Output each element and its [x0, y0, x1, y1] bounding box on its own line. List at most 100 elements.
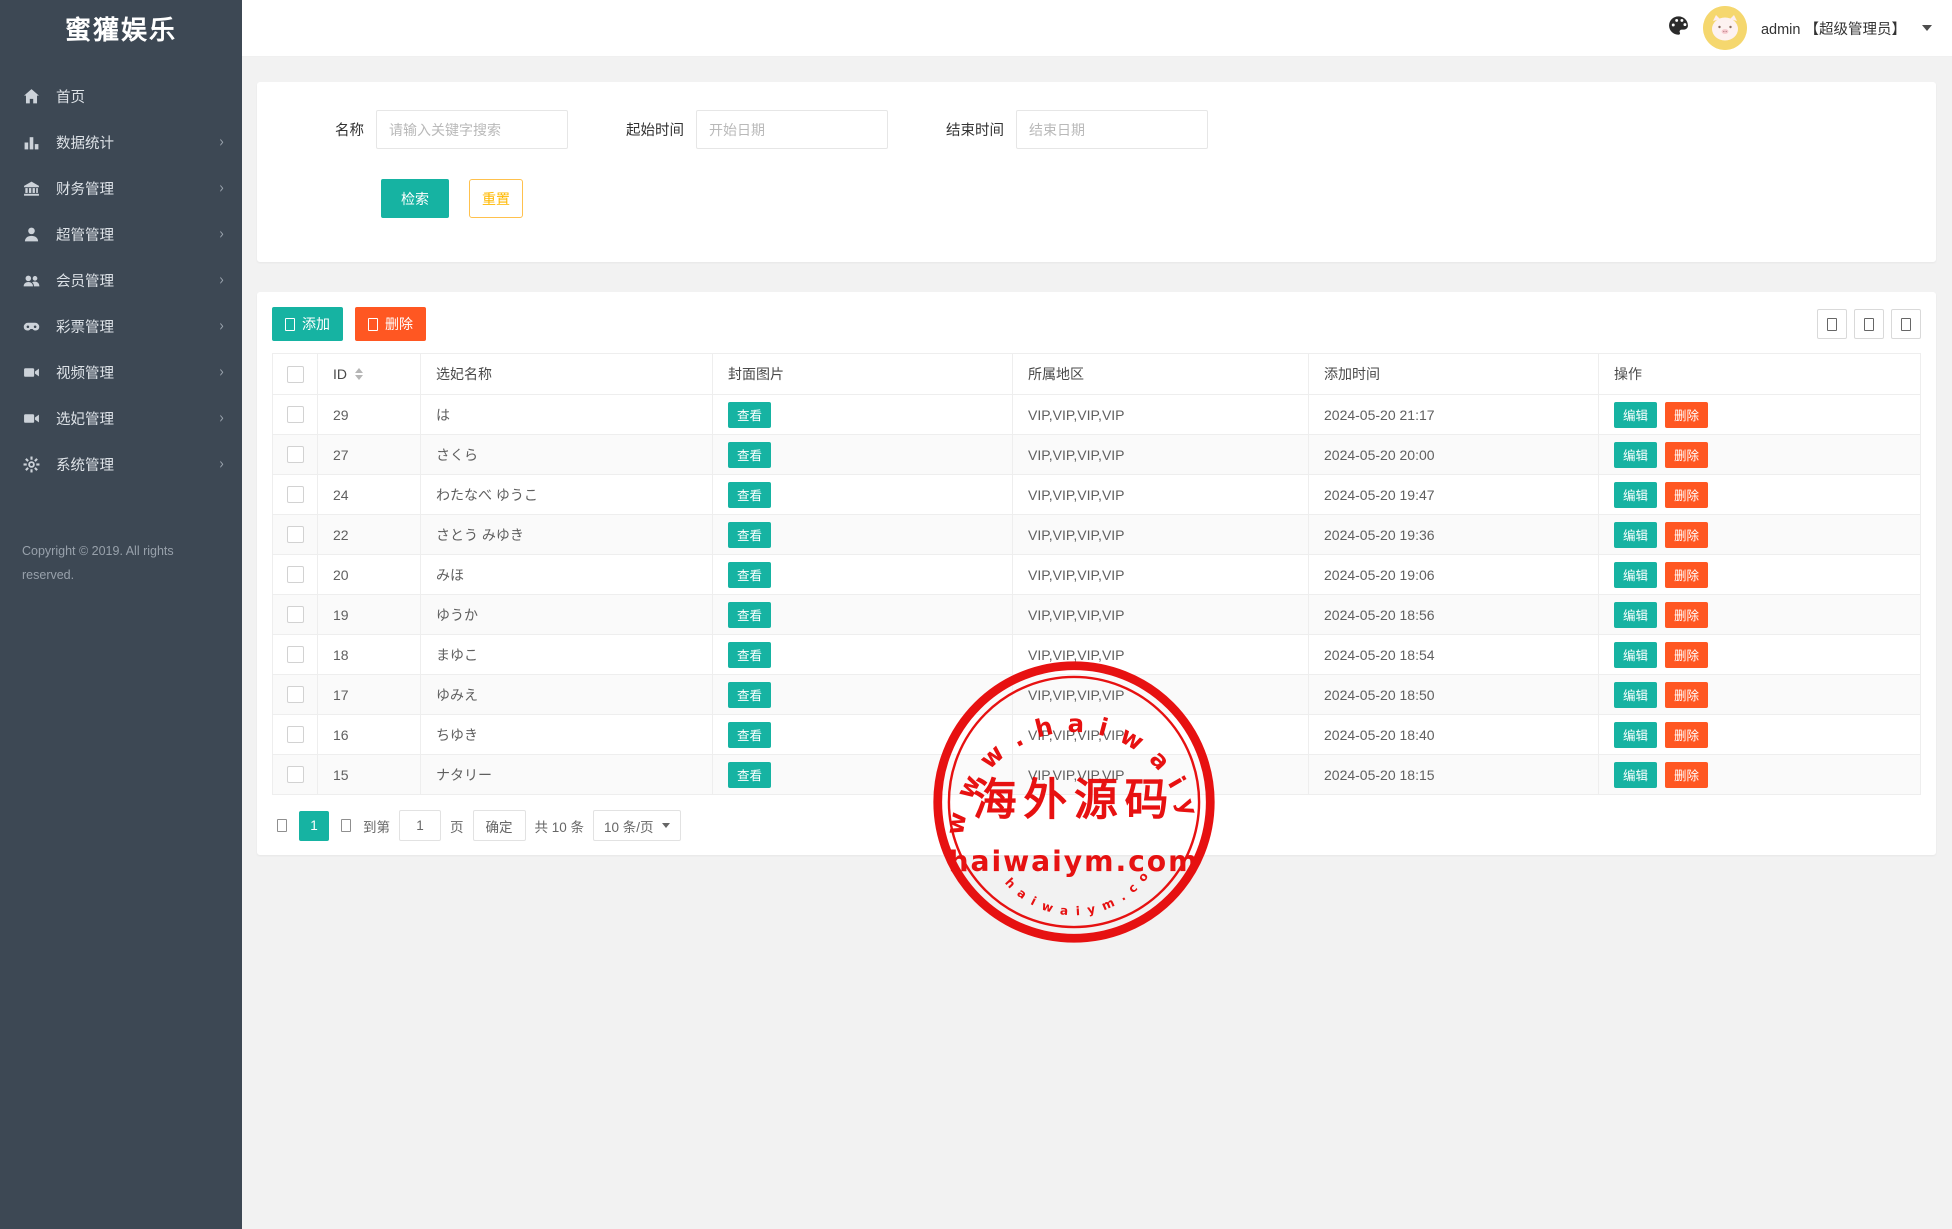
edit-button[interactable]: 编辑	[1614, 562, 1657, 588]
row-delete-button[interactable]: 删除	[1665, 482, 1708, 508]
start-time-label: 起始时间	[626, 119, 684, 140]
row-checkbox[interactable]	[287, 566, 304, 583]
sidebar-item-statistics[interactable]: 数据统计 ›	[0, 119, 242, 165]
reset-button[interactable]: 重置	[469, 179, 523, 218]
row-delete-button[interactable]: 删除	[1665, 642, 1708, 668]
view-cover-button[interactable]: 查看	[728, 482, 771, 508]
sidebar-item-lottery[interactable]: 彩票管理 ›	[0, 303, 242, 349]
select-all-checkbox[interactable]	[287, 366, 304, 383]
row-region: VIP,VIP,VIP,VIP	[1013, 595, 1309, 635]
row-checkbox[interactable]	[287, 486, 304, 503]
add-button[interactable]: 添加	[272, 307, 343, 341]
row-checkbox[interactable]	[287, 606, 304, 623]
theme-palette-icon[interactable]	[1668, 15, 1689, 41]
sidebar-item-home[interactable]: 首页	[0, 73, 242, 119]
sidebar-item-video[interactable]: 视频管理 ›	[0, 349, 242, 395]
per-page-select[interactable]: 10 条/页	[593, 810, 681, 841]
edit-button[interactable]: 编辑	[1614, 722, 1657, 748]
sidebar: 蜜獾娱乐 首页 数据统计 › 财务管理 ›	[0, 0, 242, 1229]
chevron-down-icon[interactable]	[1922, 25, 1932, 31]
table-filter-icon[interactable]	[1817, 309, 1847, 339]
table-row: 19ゆうか查看VIP,VIP,VIP,VIP2024-05-20 18:56编辑…	[273, 595, 1921, 635]
row-delete-button[interactable]: 删除	[1665, 762, 1708, 788]
edit-button[interactable]: 编辑	[1614, 522, 1657, 548]
table-row: 22さとう みゆき查看VIP,VIP,VIP,VIP2024-05-20 19:…	[273, 515, 1921, 555]
edit-button[interactable]: 编辑	[1614, 602, 1657, 628]
goto-confirm-button[interactable]: 确定	[473, 810, 526, 841]
row-checkbox[interactable]	[287, 686, 304, 703]
batch-delete-button[interactable]: 删除	[355, 307, 426, 341]
name-filter-input[interactable]	[376, 110, 568, 149]
view-cover-button[interactable]: 查看	[728, 602, 771, 628]
view-cover-button[interactable]: 查看	[728, 522, 771, 548]
row-checkbox[interactable]	[287, 766, 304, 783]
view-cover-button[interactable]: 查看	[728, 402, 771, 428]
view-cover-button[interactable]: 查看	[728, 642, 771, 668]
prev-page-icon[interactable]	[274, 818, 290, 833]
row-checkbox[interactable]	[287, 646, 304, 663]
row-id: 24	[318, 475, 421, 515]
row-id: 29	[318, 395, 421, 435]
chevron-right-icon: ›	[219, 455, 224, 473]
row-region: VIP,VIP,VIP,VIP	[1013, 555, 1309, 595]
chevron-right-icon: ›	[219, 179, 224, 197]
start-date-input[interactable]	[696, 110, 888, 149]
table-toolbar: 添加 删除	[272, 307, 1921, 341]
row-name: さとう みゆき	[421, 515, 713, 555]
row-id: 17	[318, 675, 421, 715]
row-delete-button[interactable]: 删除	[1665, 442, 1708, 468]
user-menu[interactable]: admin 【超级管理员】	[1761, 18, 1906, 39]
row-checkbox[interactable]	[287, 446, 304, 463]
row-region: VIP,VIP,VIP,VIP	[1013, 395, 1309, 435]
edit-button[interactable]: 编辑	[1614, 482, 1657, 508]
goto-label: 到第	[363, 816, 390, 836]
edit-button[interactable]: 编辑	[1614, 642, 1657, 668]
view-cover-button[interactable]: 查看	[728, 442, 771, 468]
sidebar-nav: 首页 数据统计 › 财务管理 › 超管管理	[0, 57, 242, 487]
sidebar-item-superadmin[interactable]: 超管管理 ›	[0, 211, 242, 257]
row-name: ゆみえ	[421, 675, 713, 715]
row-checkbox[interactable]	[287, 526, 304, 543]
table-print-icon[interactable]	[1891, 309, 1921, 339]
edit-button[interactable]: 编辑	[1614, 442, 1657, 468]
sidebar-item-system[interactable]: 系统管理 ›	[0, 441, 242, 487]
row-delete-button[interactable]: 删除	[1665, 722, 1708, 748]
bank-icon	[22, 179, 40, 197]
end-date-input[interactable]	[1016, 110, 1208, 149]
sidebar-item-concubine[interactable]: 选妃管理 ›	[0, 395, 242, 441]
edit-button[interactable]: 编辑	[1614, 762, 1657, 788]
next-page-icon[interactable]	[338, 818, 354, 833]
row-delete-button[interactable]: 删除	[1665, 682, 1708, 708]
row-id: 18	[318, 635, 421, 675]
row-delete-button[interactable]: 删除	[1665, 602, 1708, 628]
avatar[interactable]	[1703, 6, 1747, 50]
row-delete-button[interactable]: 删除	[1665, 562, 1708, 588]
row-delete-button[interactable]: 删除	[1665, 522, 1708, 548]
edit-button[interactable]: 编辑	[1614, 682, 1657, 708]
view-cover-button[interactable]: 查看	[728, 722, 771, 748]
sidebar-item-members[interactable]: 会员管理 ›	[0, 257, 242, 303]
row-checkbox[interactable]	[287, 726, 304, 743]
total-count: 共 10 条	[535, 816, 585, 836]
row-checkbox[interactable]	[287, 406, 304, 423]
row-delete-button[interactable]: 删除	[1665, 402, 1708, 428]
row-time: 2024-05-20 18:56	[1309, 595, 1599, 635]
user-icon	[22, 225, 40, 243]
row-time: 2024-05-20 18:15	[1309, 755, 1599, 795]
data-table-card: 添加 删除 ID 选妃名称 封面图片	[257, 292, 1936, 855]
sidebar-item-finance[interactable]: 财务管理 ›	[0, 165, 242, 211]
current-page-button[interactable]: 1	[299, 811, 329, 841]
row-time: 2024-05-20 18:40	[1309, 715, 1599, 755]
view-cover-button[interactable]: 查看	[728, 562, 771, 588]
view-cover-button[interactable]: 查看	[728, 682, 771, 708]
edit-button[interactable]: 编辑	[1614, 402, 1657, 428]
table-row: 16ちゆき查看VIP,VIP,VIP,VIP2024-05-20 18:40编辑…	[273, 715, 1921, 755]
search-button[interactable]: 检索	[381, 179, 449, 218]
row-region: VIP,VIP,VIP,VIP	[1013, 755, 1309, 795]
goto-page-input[interactable]	[399, 810, 441, 841]
row-id: 27	[318, 435, 421, 475]
sort-icon[interactable]	[355, 368, 363, 380]
sidebar-item-label: 首页	[56, 86, 224, 107]
view-cover-button[interactable]: 查看	[728, 762, 771, 788]
table-export-icon[interactable]	[1854, 309, 1884, 339]
